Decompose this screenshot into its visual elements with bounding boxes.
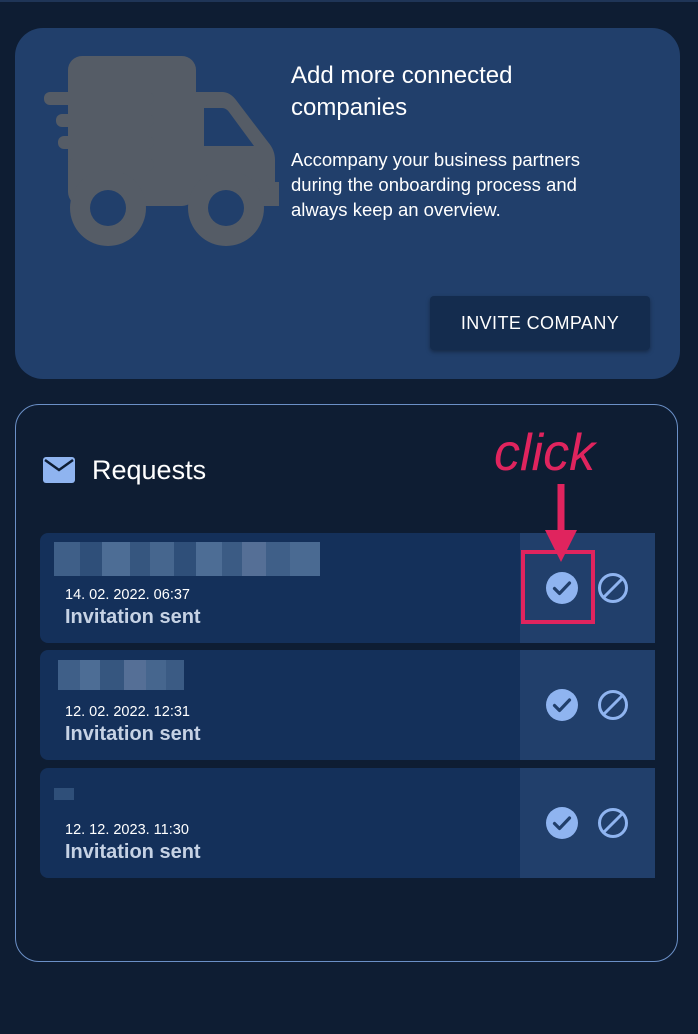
decline-block-icon[interactable] <box>597 572 629 604</box>
top-divider <box>0 0 698 2</box>
mail-icon <box>43 457 75 483</box>
request-row: 12. 12. 2023. 11:30 Invitation sent <box>40 768 655 878</box>
requests-title: Requests <box>92 455 207 485</box>
row-actions <box>520 650 655 760</box>
request-row: 12. 02. 2022. 12:31 Invitation sent <box>40 650 655 760</box>
accept-check-icon[interactable] <box>546 689 578 721</box>
request-date: 14. 02. 2022. 06:37 <box>65 587 190 603</box>
promo-title: Add more connected companies <box>291 62 513 121</box>
promo-description: Accompany your business partners during … <box>291 149 580 220</box>
redacted-company-name <box>54 788 74 800</box>
redacted-company-name <box>54 542 320 576</box>
decline-block-icon[interactable] <box>597 689 629 721</box>
click-annotation: click <box>494 424 596 482</box>
row-actions <box>520 768 655 878</box>
invite-company-button[interactable]: INVITE COMPANY <box>430 296 650 350</box>
request-date: 12. 12. 2023. 11:30 <box>65 822 189 838</box>
request-status: Invitation sent <box>65 723 201 745</box>
accept-check-icon[interactable] <box>546 807 578 839</box>
request-status: Invitation sent <box>65 606 201 628</box>
redacted-company-name <box>58 660 184 690</box>
click-highlight-box <box>521 550 595 624</box>
decline-block-icon[interactable] <box>597 807 629 839</box>
request-date: 12. 02. 2022. 12:31 <box>65 704 190 720</box>
truck-icon <box>44 56 279 246</box>
request-status: Invitation sent <box>65 841 201 863</box>
